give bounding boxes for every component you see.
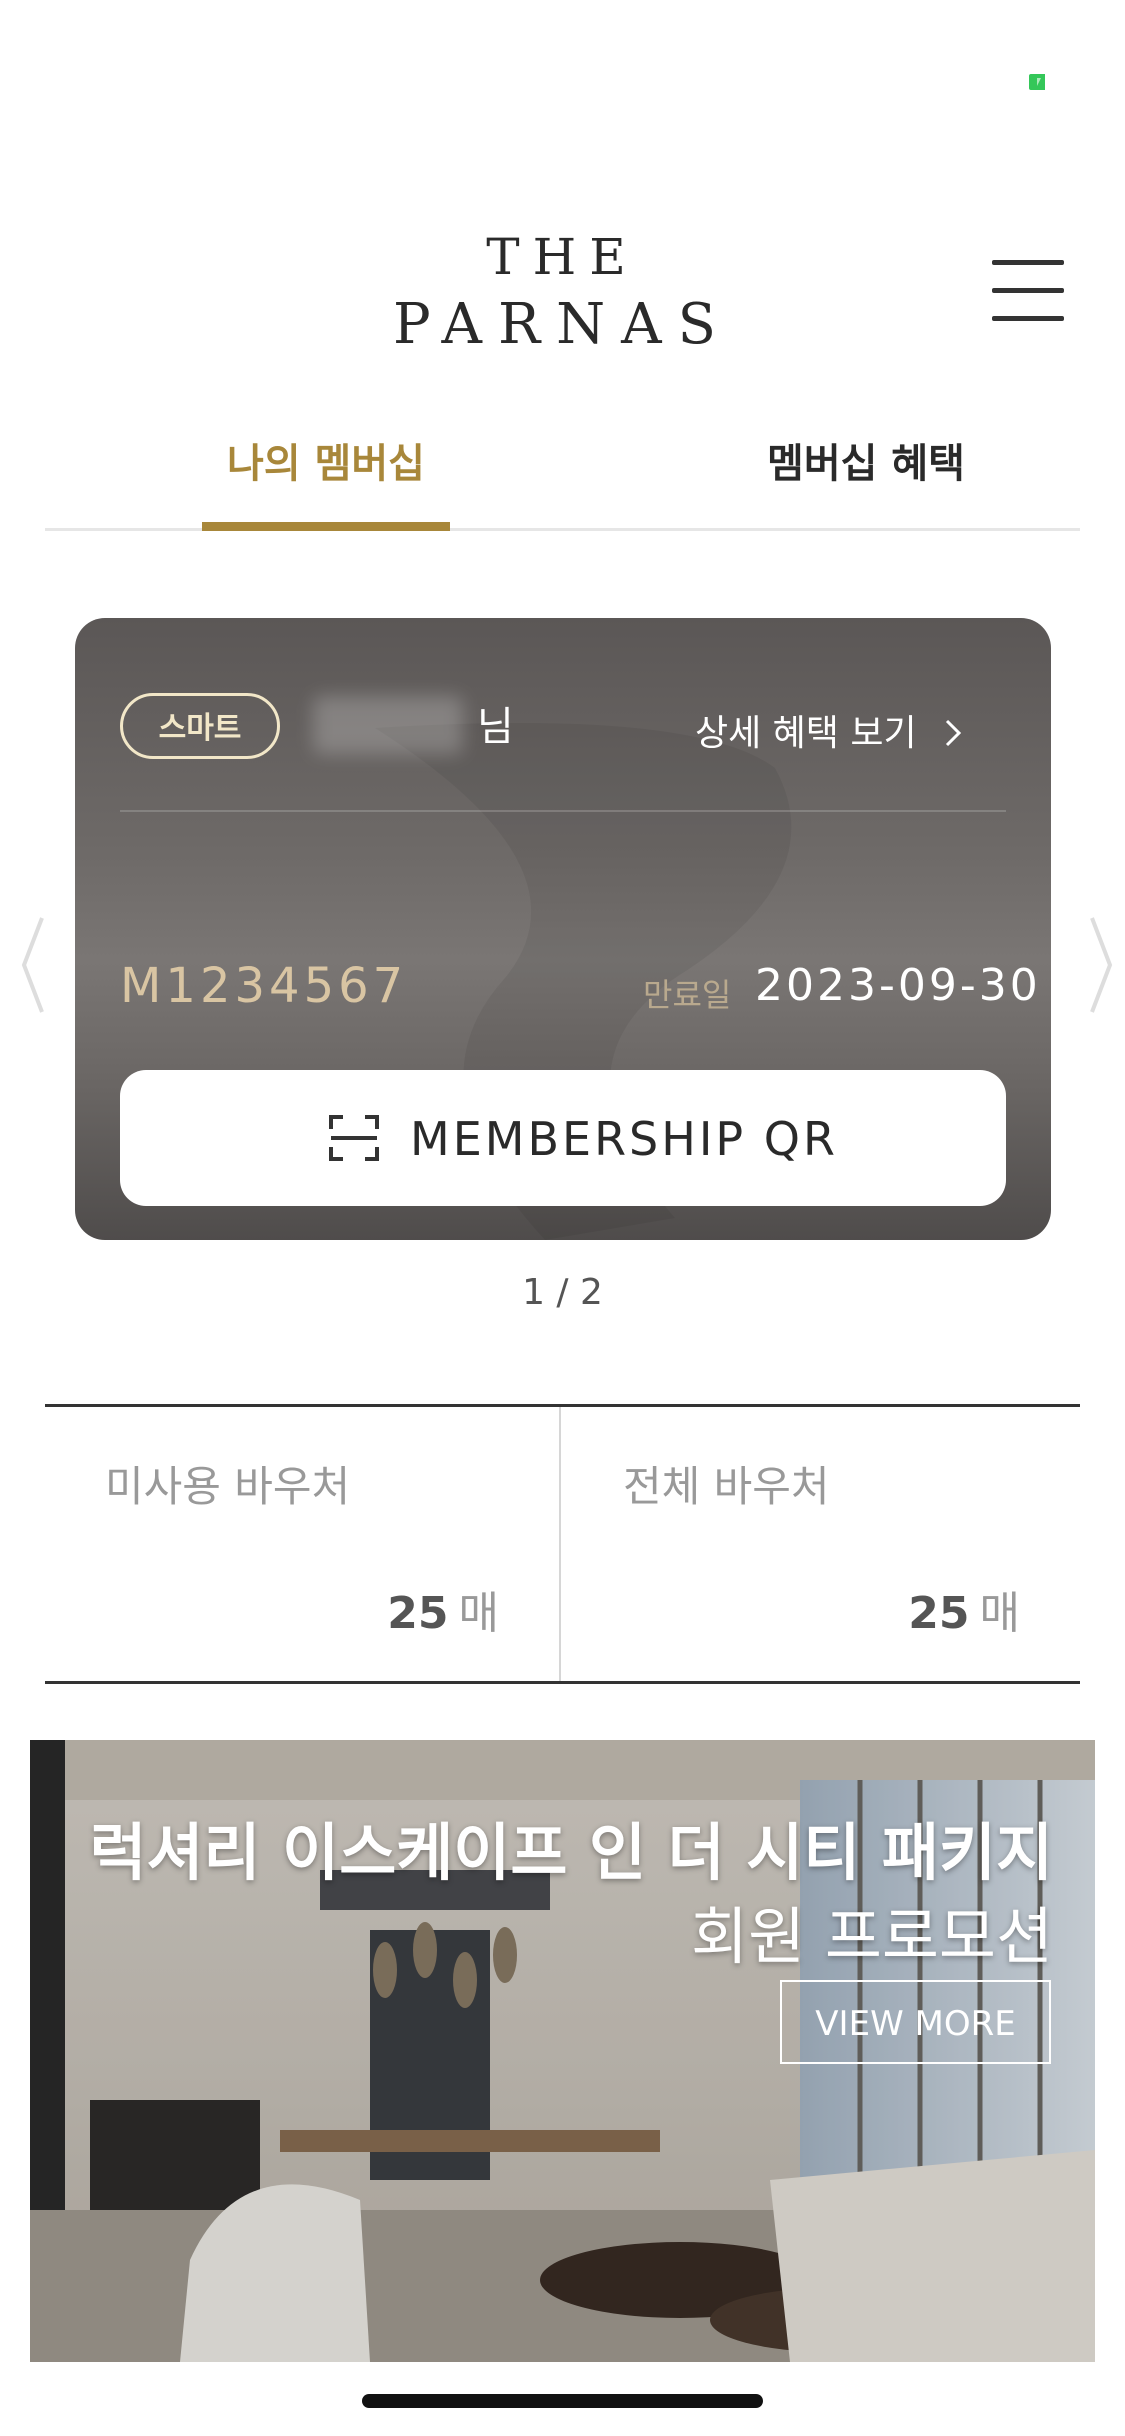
membership-qr-button[interactable]: MEMBERSHIP QR xyxy=(120,1070,1006,1206)
promotion-banner[interactable]: 럭셔리 이스케이프 인 더 시티 패키지 회원 프로모션 VIEW MORE xyxy=(30,1740,1095,2362)
chevron-right-icon[interactable] xyxy=(1080,910,1120,1020)
tab-membership-benefits-label: 멤버십 혜택 xyxy=(767,441,965,487)
home-indicator[interactable] xyxy=(362,2394,763,2408)
total-voucher-label: 전체 바우처 xyxy=(623,1462,830,1511)
grade-badge: 스마트 xyxy=(120,693,280,759)
chevron-left-icon[interactable] xyxy=(14,910,54,1020)
battery-icon xyxy=(1029,74,1045,90)
total-voucher-number: 25 xyxy=(908,1588,970,1639)
member-name-redacted xyxy=(313,696,463,754)
banner-subtitle: 회원 프로모션 xyxy=(691,1900,1053,1973)
detail-benefits-label: 상세 혜택 보기 xyxy=(695,713,917,754)
qr-scan-icon xyxy=(329,1115,379,1161)
expiry-date: 2023-09-30 xyxy=(755,960,1041,1011)
view-more-button[interactable]: VIEW MORE xyxy=(780,1980,1051,2064)
unused-voucher-unit: 매 xyxy=(458,1588,499,1639)
member-name-suffix: 님 xyxy=(477,704,514,750)
total-voucher-unit: 매 xyxy=(979,1588,1020,1639)
unused-voucher-count[interactable]: 25 매 xyxy=(45,1577,499,1641)
membership-qr-label: MEMBERSHIP QR xyxy=(410,1112,838,1166)
logo-line-the: THE xyxy=(486,228,639,286)
card-divider xyxy=(120,810,1006,812)
detail-benefits-link[interactable]: 상세 혜택 보기 xyxy=(695,704,964,756)
hamburger-menu-icon[interactable] xyxy=(992,258,1068,322)
voucher-summary: 미사용 바우처 25 매 전체 바우처 25 매 xyxy=(45,1404,1080,1684)
membership-card: 스마트 님 상세 혜택 보기 M1234567 만료일 2023-09-30 M… xyxy=(75,618,1051,1240)
banner-title: 럭셔리 이스케이프 인 더 시티 패키지 xyxy=(89,1816,1053,1889)
member-number: M1234567 xyxy=(120,958,408,1014)
unused-voucher-label: 미사용 바우처 xyxy=(105,1462,351,1511)
unused-voucher-number: 25 xyxy=(387,1588,449,1639)
chevron-right-icon xyxy=(946,719,962,747)
tab-membership-benefits[interactable]: 멤버십 혜택 xyxy=(705,420,1027,528)
logo-line-parnas: PARNAS xyxy=(393,292,732,357)
total-voucher-count[interactable]: 25 매 xyxy=(561,1577,1020,1641)
active-tab-underline xyxy=(202,522,450,531)
card-pager: 1 / 2 xyxy=(522,1272,603,1313)
tab-my-membership[interactable]: 나의 멤버십 xyxy=(202,420,450,531)
tab-my-membership-label: 나의 멤버십 xyxy=(227,441,425,487)
membership-tabs: 나의 멤버십 멤버십 혜택 xyxy=(45,420,1080,531)
expiry-label: 만료일 xyxy=(643,976,732,1014)
